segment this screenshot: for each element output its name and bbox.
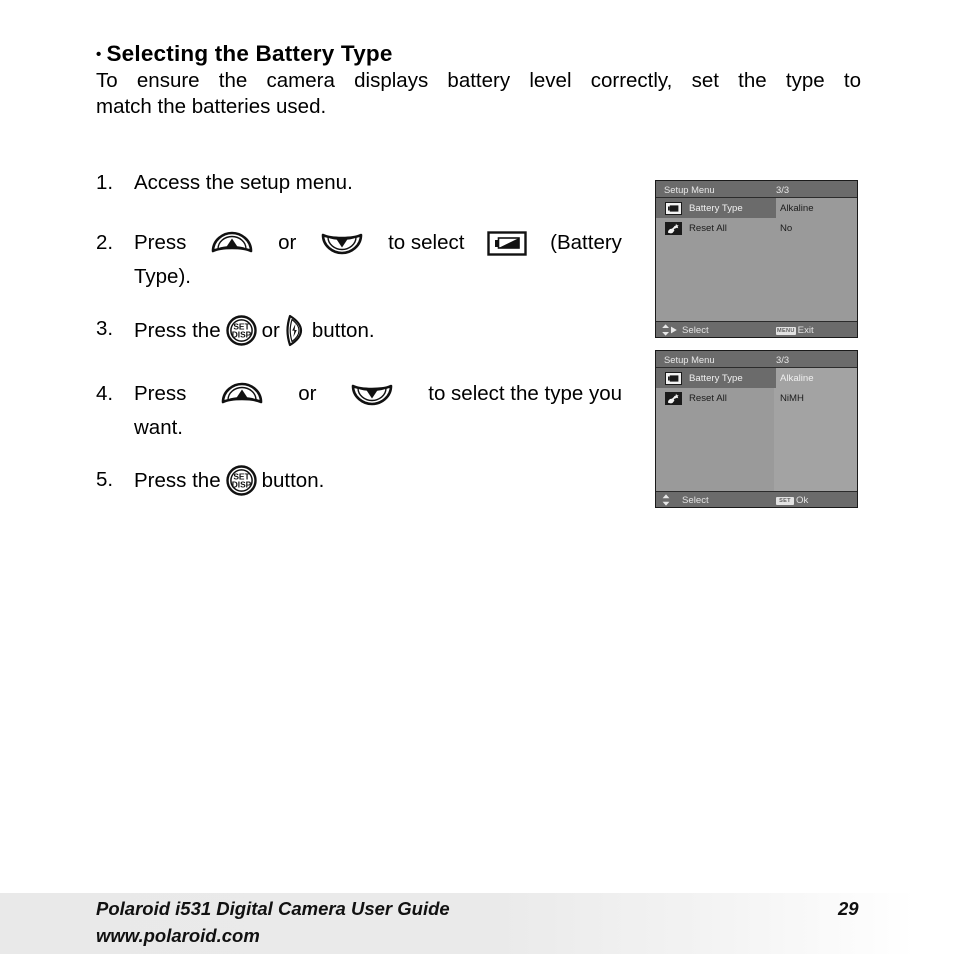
lcd-1-status-right: MENU Exit <box>776 322 814 337</box>
footer-text: Polaroid i531 Digital Camera User Guide … <box>96 895 450 949</box>
lcd-1-status-left: Select <box>661 322 709 338</box>
step-4-press-label: Press <box>134 382 187 405</box>
up-button-icon <box>219 381 265 407</box>
lcd-1-status-right-label: Exit <box>797 325 814 336</box>
lcd-1-label-reset-all: Reset All <box>689 222 727 234</box>
step-5-number: 5. <box>96 468 114 491</box>
lcd-2-status-left-label: Select <box>682 495 709 506</box>
lcd-2-row-battery-type[interactable]: Battery Type Alkaline <box>656 368 857 388</box>
step-list: 1. Access the setup menu. 2. Press or to… <box>96 168 641 522</box>
setup-menu-screenshot-2: Setup Menu 3/3 Battery Type Alkaline Res… <box>655 350 858 508</box>
step-2-press-label: Press <box>134 231 187 254</box>
intro-line-2: match the batteries used. <box>96 95 327 118</box>
lcd-2-value-alkaline[interactable]: Alkaline <box>776 373 814 384</box>
lcd-2-row-reset-all[interactable]: Reset All NiMH <box>656 388 857 408</box>
page-number: 29 <box>838 898 859 919</box>
down-button-icon <box>349 381 395 407</box>
intro-line-1: To ensure the camera displays battery le… <box>96 69 861 92</box>
step-2-to-select-label: to select <box>388 231 465 254</box>
flash-button-icon <box>285 314 307 347</box>
down-button-icon <box>319 230 365 256</box>
step-2-tail: (Battery <box>550 231 622 254</box>
lcd-1-status-left-label: Select <box>682 325 709 336</box>
setup-menu-screenshot-1: Setup Menu 3/3 Battery Type Alkaline Res… <box>655 180 858 338</box>
step-1-text: Access the setup menu. <box>134 171 353 194</box>
step-3-press-label: Press the <box>134 318 221 342</box>
intro-paragraph: To ensure the camera displays battery le… <box>96 68 861 120</box>
step-4-to-select-label: to select the type you <box>428 382 622 405</box>
step-4-number: 4. <box>96 382 114 405</box>
lcd-1-page-indicator: 3/3 <box>776 184 790 195</box>
lcd-2-titlebar: Setup Menu 3/3 <box>656 351 857 368</box>
page-title-text: Selecting the Battery Type <box>106 41 393 66</box>
set-disp-button-icon: SET DISP <box>225 315 257 346</box>
step-2-or-label: or <box>278 231 297 254</box>
svg-text:DISP: DISP <box>231 480 251 490</box>
battery-type-icon <box>665 371 682 385</box>
lcd-1-body: Battery Type Alkaline Reset All No <box>656 198 857 321</box>
battery-type-icon <box>487 230 527 256</box>
lcd-1-statusbar: Select MENU Exit <box>656 321 857 338</box>
lcd-1-value-reset-all: No <box>780 222 793 234</box>
up-down-right-arrows-icon <box>661 323 678 338</box>
footer-line-2: www.polaroid.com <box>96 925 260 946</box>
lcd-2-status-right: SET Ok <box>776 492 809 507</box>
footer-line-1: Polaroid i531 Digital Camera User Guide <box>96 898 450 919</box>
lcd-2-body: Battery Type Alkaline Reset All NiMH <box>656 368 857 491</box>
step-1: 1. Access the setup menu. <box>96 168 641 198</box>
lcd-1-value-battery-type: Alkaline <box>780 202 814 214</box>
lcd-2-page-indicator: 3/3 <box>776 354 790 365</box>
lcd-2-status-right-label: Ok <box>796 495 809 506</box>
manual-page: • Selecting the Battery Type To ensure th… <box>0 0 954 954</box>
lcd-1-menu-list: Battery Type Alkaline Reset All No <box>656 198 857 238</box>
step-3-tail: button. <box>311 318 375 342</box>
menu-button-badge-icon: MENU <box>776 326 796 335</box>
up-down-arrows-icon <box>661 493 671 508</box>
step-4: 4. Press or to select the type you want. <box>96 379 641 443</box>
lcd-2-statusbar: Select SET Ok <box>656 491 857 508</box>
lcd-1-row-reset-all[interactable]: Reset All No <box>656 218 857 238</box>
step-4-line-2: want. <box>134 416 183 439</box>
up-button-icon <box>209 230 255 256</box>
lcd-2-status-left: Select <box>661 492 709 508</box>
reset-all-icon <box>665 221 682 235</box>
step-3-or-label: or <box>261 318 280 342</box>
bullet-glyph: • <box>96 46 102 63</box>
step-2-number: 2. <box>96 231 114 254</box>
step-3-number: 3. <box>96 317 114 340</box>
step-5-tail: button. <box>261 468 325 492</box>
lcd-1-label-battery-type: Battery Type <box>689 202 743 214</box>
step-3: 3. Press the SET DISP or button. <box>96 314 641 347</box>
step-4-or-label: or <box>298 382 317 405</box>
lcd-2-label-reset-all: Reset All <box>689 392 727 404</box>
lcd-2-menu-list: Battery Type Alkaline Reset All NiMH <box>656 368 857 408</box>
lcd-2-title: Setup Menu <box>664 354 715 365</box>
reset-all-icon <box>665 391 682 405</box>
lcd-1-titlebar: Setup Menu 3/3 <box>656 181 857 198</box>
lcd-1-row-battery-type[interactable]: Battery Type Alkaline <box>656 198 857 218</box>
svg-text:DISP: DISP <box>231 330 251 340</box>
set-disp-button-icon: SET DISP <box>225 465 257 496</box>
step-2: 2. Press or to select (Battery Type). <box>96 228 641 292</box>
step-2-line-2: Type). <box>134 265 191 288</box>
battery-type-icon <box>665 201 682 215</box>
page-title: • Selecting the Battery Type <box>96 41 393 67</box>
step-1-number: 1. <box>96 171 114 194</box>
step-5-press-label: Press the <box>134 468 221 492</box>
lcd-2-label-battery-type: Battery Type <box>689 372 743 384</box>
step-5: 5. Press the SET DISP button. <box>96 465 641 496</box>
lcd-1-title: Setup Menu <box>664 184 715 195</box>
lcd-2-value-nimh[interactable]: NiMH <box>776 393 804 404</box>
set-button-badge-icon: SET <box>776 496 794 505</box>
